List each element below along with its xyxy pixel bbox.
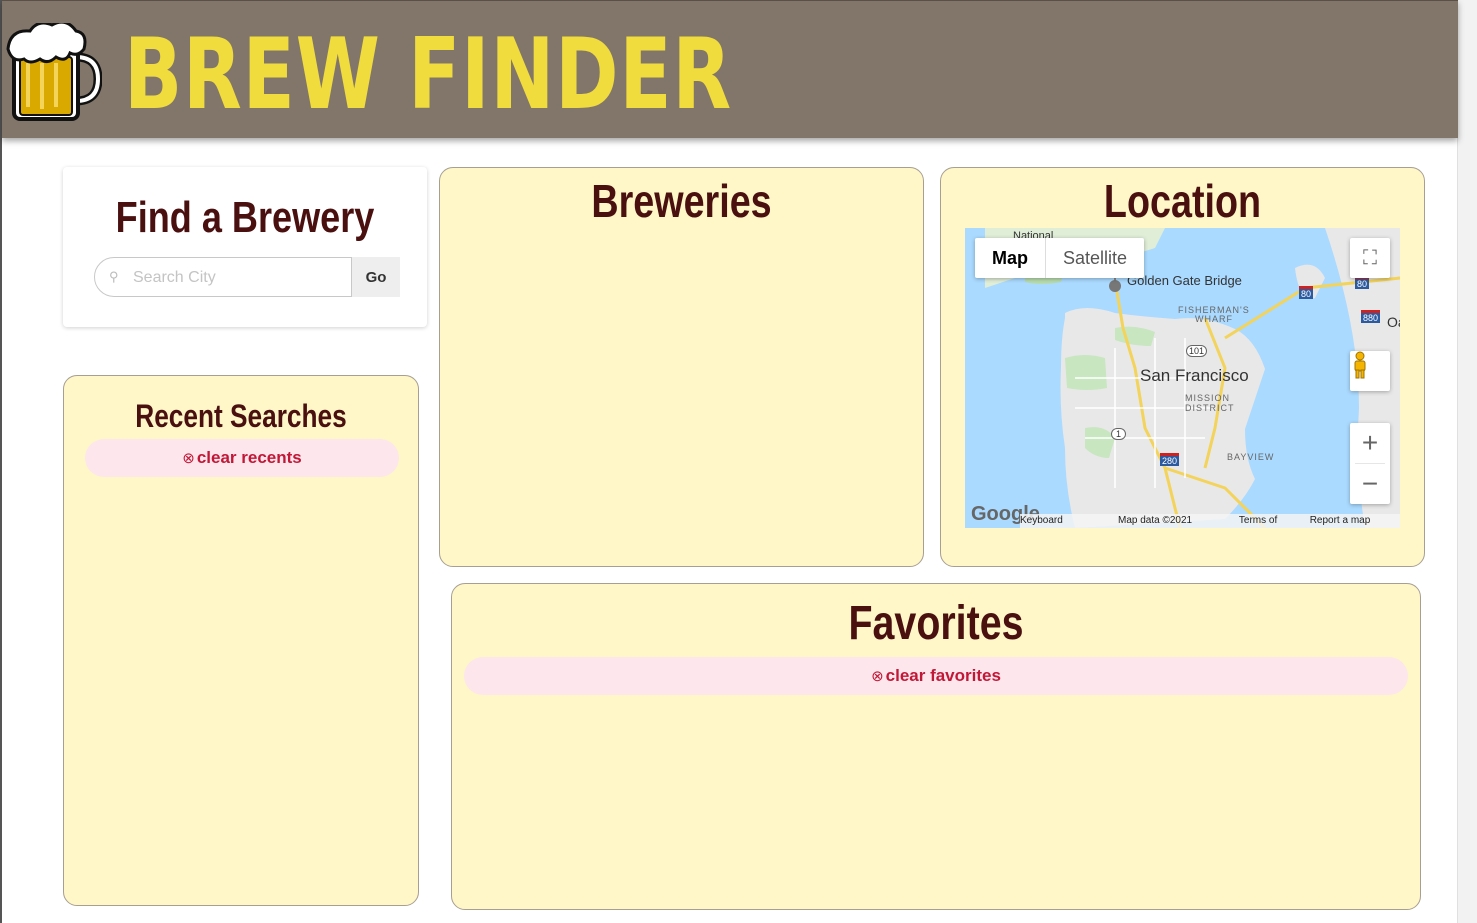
highway-80-shield: 80 xyxy=(1299,286,1314,299)
terms-of-use-link[interactable]: Terms of Use xyxy=(1239,514,1298,528)
highway-1-shield: 1 xyxy=(1111,428,1127,440)
clear-recents-label: clear recents xyxy=(196,448,302,467)
site-title: BREW FINDER xyxy=(124,18,733,132)
map-label-sf: San Francisco xyxy=(1140,366,1249,385)
find-brewery-heading: Find a Brewery xyxy=(115,193,375,242)
location-panel: Location National Golden Gate Bridge FIS… xyxy=(940,167,1425,567)
map-label-district: DISTRICT xyxy=(1185,403,1235,413)
street-view-button[interactable] xyxy=(1350,351,1390,391)
report-map-error-link[interactable]: Report a map error xyxy=(1310,514,1394,528)
map-view[interactable]: National Golden Gate Bridge FISHERMAN'S … xyxy=(965,228,1400,528)
breweries-heading: Breweries xyxy=(591,175,772,227)
zoom-in-button[interactable]: + xyxy=(1350,423,1390,463)
scrollbar[interactable] xyxy=(1457,0,1477,923)
breweries-panel: Breweries xyxy=(439,167,924,567)
map-label-wharf: WHARF xyxy=(1195,314,1233,324)
highway-880-shield: 880 xyxy=(1361,310,1381,323)
map-label-oa: Oa xyxy=(1387,314,1400,330)
search-icon: ⚲ xyxy=(109,269,119,284)
site-header: BREW FINDER xyxy=(2,0,1458,138)
pegman-icon xyxy=(1354,351,1366,379)
clear-favorites-label: clear favorites xyxy=(885,666,1001,685)
map-attribution-bar: Keyboard shortcuts Map data ©2021 Google… xyxy=(1020,514,1400,528)
favorites-heading: Favorites xyxy=(848,597,1024,650)
location-heading: Location xyxy=(1103,175,1262,227)
fullscreen-icon: ⛶ xyxy=(1363,246,1377,269)
recent-searches-heading: Recent Searches xyxy=(135,398,347,434)
map-type-control: Map Satellite xyxy=(975,238,1145,278)
fullscreen-button[interactable]: ⛶ xyxy=(1350,238,1390,278)
highway-101-shield: 101 xyxy=(1186,345,1208,357)
clear-icon: ⊗ xyxy=(871,668,884,685)
keyboard-shortcuts-link[interactable]: Keyboard shortcuts xyxy=(1020,514,1106,528)
clear-icon: ⊗ xyxy=(182,450,195,467)
beer-mug-icon xyxy=(6,20,103,123)
zoom-out-button[interactable]: − xyxy=(1350,464,1390,504)
recent-searches-panel: Recent Searches ⊗ clear recents xyxy=(63,375,419,906)
map-data-text: Map data ©2021 Google xyxy=(1118,515,1193,526)
map-label-mission: MISSION xyxy=(1185,393,1231,403)
find-brewery-panel: Find a Brewery ⚲ Go xyxy=(63,167,427,327)
search-box: ⚲ xyxy=(94,257,352,297)
map-type-satellite-button[interactable]: Satellite xyxy=(1046,238,1144,278)
clear-recents-button[interactable]: ⊗ clear recents xyxy=(85,439,399,477)
search-input[interactable] xyxy=(133,266,343,290)
go-button[interactable]: Go xyxy=(352,257,400,297)
window-left-edge xyxy=(0,0,2,923)
map-type-map-button[interactable]: Map xyxy=(975,238,1046,278)
map-label-golden-gate: Golden Gate Bridge xyxy=(1127,273,1242,288)
favorites-panel: Favorites ⊗ clear favorites xyxy=(451,583,1421,910)
map-label-bayview: BAYVIEW xyxy=(1227,452,1275,462)
clear-favorites-button[interactable]: ⊗ clear favorites xyxy=(464,657,1408,695)
zoom-control: + − xyxy=(1350,423,1390,504)
search-form: ⚲ Go xyxy=(94,257,400,297)
highway-280-shield: 280 xyxy=(1160,453,1180,466)
